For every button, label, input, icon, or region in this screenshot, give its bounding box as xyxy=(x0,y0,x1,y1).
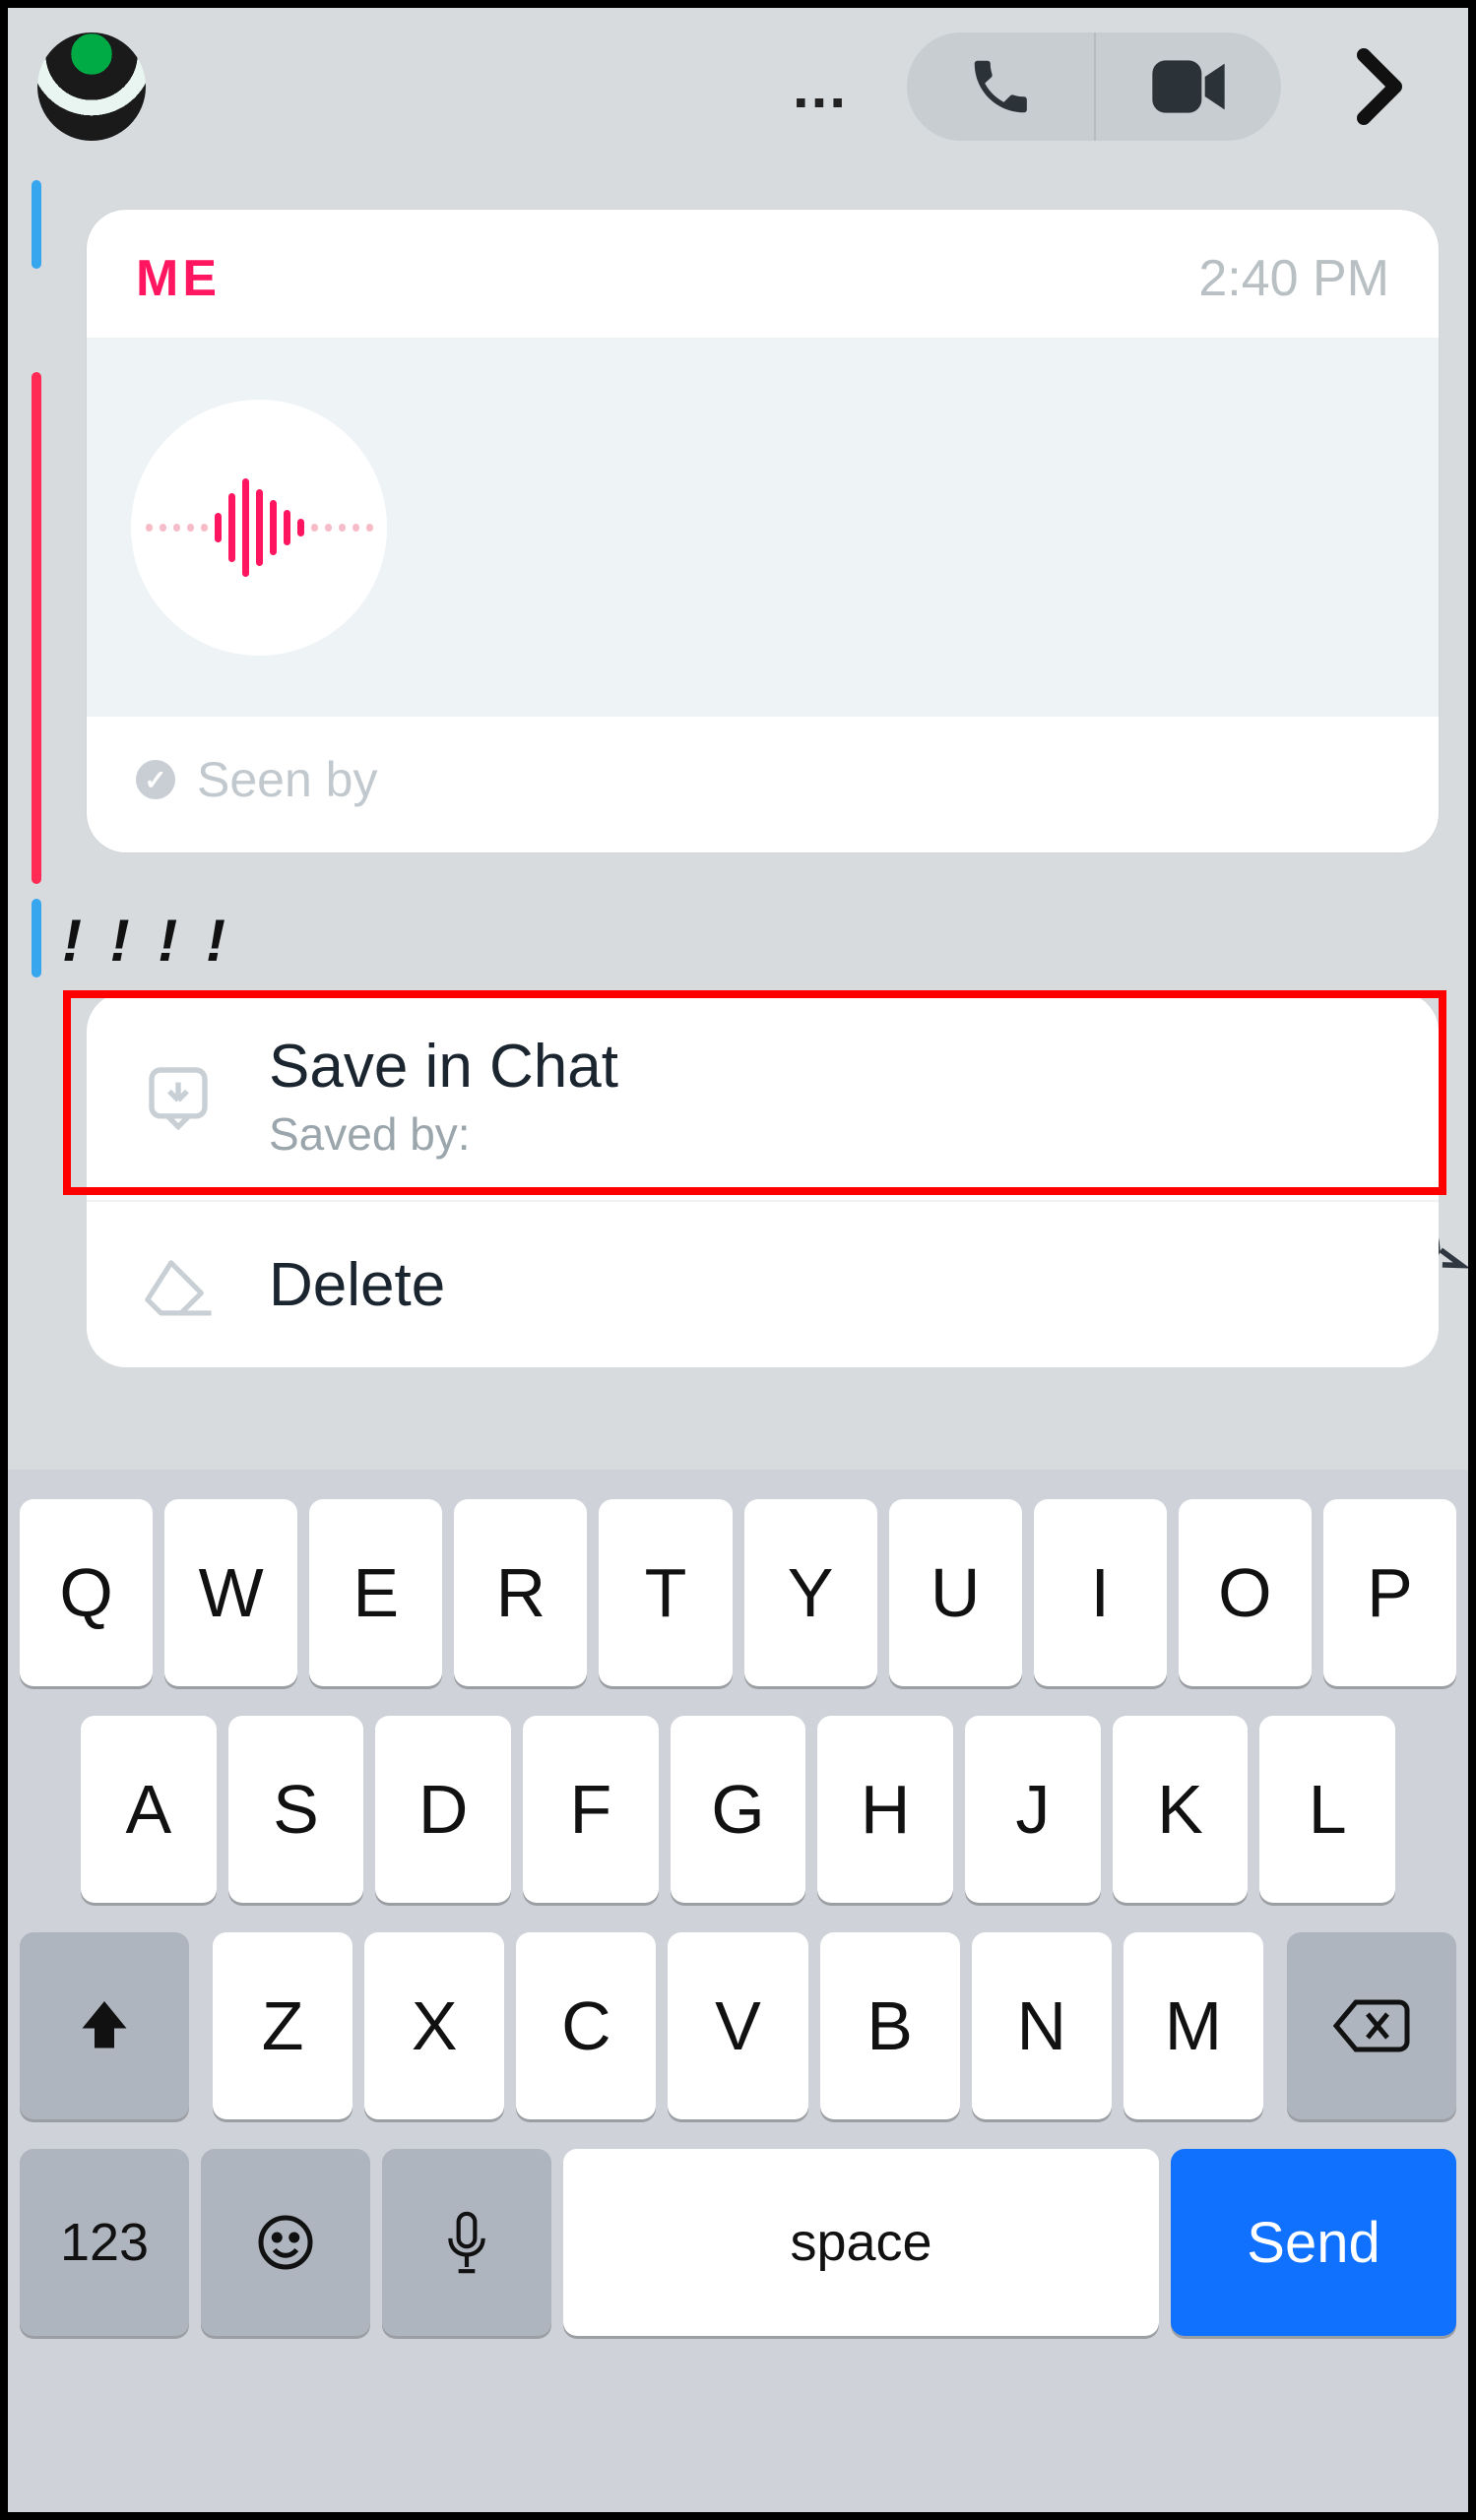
keyboard-row-2: ASDFGHJKL xyxy=(20,1716,1456,1903)
message-header: ME 2:40 PM xyxy=(87,210,1439,338)
call-button-group xyxy=(907,32,1281,141)
key-g[interactable]: G xyxy=(671,1716,806,1903)
microphone-icon xyxy=(442,2208,491,2277)
message-indicator-bar xyxy=(32,899,41,977)
friend-avatar[interactable] xyxy=(37,32,146,141)
message-sender-label: ME xyxy=(136,249,221,308)
voice-message-card[interactable]: ME 2:40 PM xyxy=(87,210,1439,852)
seen-by-label: Seen by xyxy=(197,751,377,808)
key-q[interactable]: Q xyxy=(20,1499,153,1686)
key-n[interactable]: N xyxy=(972,1932,1112,2119)
on-screen-keyboard: QWERTYUIOP ASDFGHJKL ZXCVBNM 123 space S… xyxy=(8,1470,1468,2512)
key-h[interactable]: H xyxy=(817,1716,953,1903)
message-timestamp: 2:40 PM xyxy=(1198,249,1389,308)
backspace-key[interactable] xyxy=(1287,1932,1456,2119)
key-l[interactable]: L xyxy=(1259,1716,1395,1903)
video-icon xyxy=(1149,57,1228,116)
app-frame: ... ! ! ! ! ME 2:40 PM xyxy=(0,0,1476,2520)
key-v[interactable]: V xyxy=(668,1932,807,2119)
delete-title: Delete xyxy=(269,1250,445,1320)
key-p[interactable]: P xyxy=(1323,1499,1456,1686)
key-s[interactable]: S xyxy=(228,1716,364,1903)
phone-icon xyxy=(966,52,1035,121)
key-r[interactable]: R xyxy=(454,1499,587,1686)
key-w[interactable]: W xyxy=(164,1499,297,1686)
more-options-button[interactable]: ... xyxy=(793,53,848,121)
seen-status-row: ✓ Seen by xyxy=(87,717,1439,852)
key-u[interactable]: U xyxy=(889,1499,1022,1686)
eraser-icon xyxy=(141,1251,215,1318)
keyboard-row-bottom: 123 space Send xyxy=(20,2149,1456,2336)
keyboard-row-3: ZXCVBNM xyxy=(20,1932,1456,2119)
key-j[interactable]: J xyxy=(965,1716,1101,1903)
numbers-key[interactable]: 123 xyxy=(20,2149,189,2336)
space-key[interactable]: space xyxy=(563,2149,1159,2336)
message-indicator-bar xyxy=(32,180,41,269)
waveform-icon xyxy=(146,478,373,577)
key-b[interactable]: B xyxy=(820,1932,960,2119)
background-message-text: ! ! ! ! xyxy=(62,907,231,975)
shift-icon xyxy=(75,1996,134,2055)
emoji-icon xyxy=(256,2213,315,2272)
shift-key[interactable] xyxy=(20,1932,189,2119)
dictation-key[interactable] xyxy=(382,2149,551,2336)
delete-option[interactable]: Delete xyxy=(87,1200,1439,1367)
backspace-icon xyxy=(1332,1998,1411,2053)
save-in-chat-option[interactable]: Save in Chat Saved by: xyxy=(87,992,1439,1200)
delete-option-text: Delete xyxy=(269,1250,445,1320)
key-y[interactable]: Y xyxy=(744,1499,877,1686)
emoji-key[interactable] xyxy=(201,2149,370,2336)
check-icon: ✓ xyxy=(136,760,175,799)
key-x[interactable]: X xyxy=(364,1932,504,2119)
voice-note-area[interactable] xyxy=(87,338,1439,717)
key-m[interactable]: M xyxy=(1123,1932,1263,2119)
key-e[interactable]: E xyxy=(309,1499,442,1686)
save-title: Save in Chat xyxy=(269,1032,618,1102)
save-subtitle: Saved by: xyxy=(269,1107,618,1161)
voice-call-button[interactable] xyxy=(907,32,1094,141)
key-k[interactable]: K xyxy=(1113,1716,1249,1903)
save-option-text: Save in Chat Saved by: xyxy=(269,1032,618,1161)
key-i[interactable]: I xyxy=(1034,1499,1167,1686)
send-key[interactable]: Send xyxy=(1171,2149,1456,2336)
key-o[interactable]: O xyxy=(1179,1499,1312,1686)
key-z[interactable]: Z xyxy=(213,1932,353,2119)
back-button[interactable] xyxy=(1320,32,1439,141)
chevron-right-icon xyxy=(1355,47,1404,126)
video-call-button[interactable] xyxy=(1094,32,1281,141)
key-f[interactable]: F xyxy=(523,1716,659,1903)
key-a[interactable]: A xyxy=(81,1716,217,1903)
message-context-menu: Save in Chat Saved by: Delete xyxy=(87,992,1439,1367)
save-icon xyxy=(141,1061,215,1132)
key-c[interactable]: C xyxy=(516,1932,656,2119)
key-d[interactable]: D xyxy=(375,1716,511,1903)
voice-play-button[interactable] xyxy=(131,400,387,656)
chat-header: ... xyxy=(8,8,1468,165)
own-message-indicator-bar xyxy=(32,372,41,884)
keyboard-row-1: QWERTYUIOP xyxy=(20,1499,1456,1686)
key-t[interactable]: T xyxy=(599,1499,732,1686)
